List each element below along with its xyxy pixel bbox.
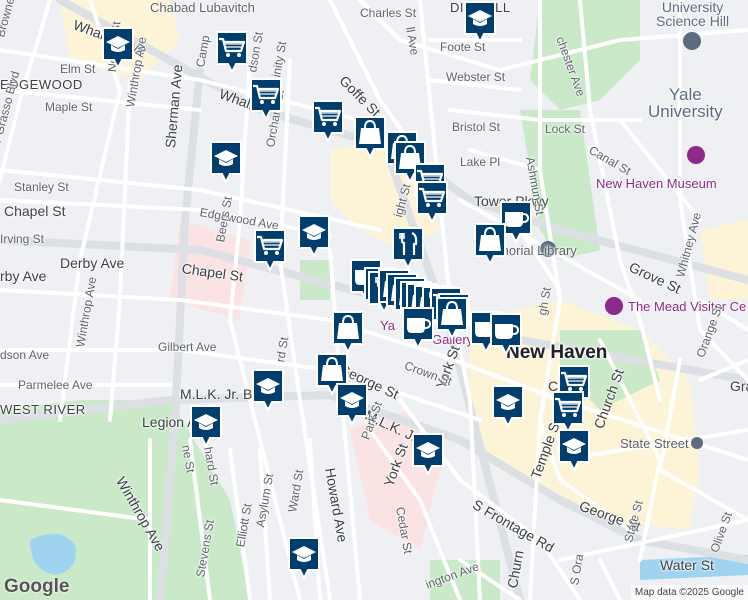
street-label: Maple St [45,100,93,114]
store-marker[interactable] [434,296,470,340]
school-marker[interactable] [296,214,332,258]
poi-label-science-hill: University Science Hill [656,0,730,29]
street-label: Elm St [60,62,96,76]
store-marker[interactable] [352,115,388,159]
school-marker[interactable] [410,432,446,476]
grocery-marker[interactable] [414,180,450,224]
cafe-marker[interactable] [488,312,524,356]
poi-label-yale-gallery: Ya [380,318,395,333]
street-label: Lake Pl [460,155,501,169]
street-label: M.L.K. Jr. B [180,386,253,402]
street-label: Lock St [545,122,586,136]
school-marker[interactable] [250,368,286,412]
grocery-marker[interactable] [252,228,288,272]
store-marker[interactable] [472,222,508,266]
grocery-marker[interactable] [310,99,346,143]
cafe-marker[interactable] [400,306,436,350]
street-label: rby Ave [0,268,47,284]
poi-label-chabad: Chabad Lubavitch [150,0,255,15]
poi-label-new-haven-museum: New Haven Museum [596,176,717,191]
street-label: Webster St [446,70,506,84]
street-label: Chapel St [4,203,66,219]
area-label-west-river: WEST RIVER [0,402,86,417]
school-marker[interactable] [100,26,136,70]
poi-label-yale-university: Yale University [648,85,723,121]
street-label: Irving St [0,232,45,246]
school-marker[interactable] [286,536,322,580]
store-marker[interactable] [330,310,366,354]
grocery-marker[interactable] [214,30,250,74]
street-label: Charles St [360,6,417,20]
street-label: Water St [660,557,714,573]
grocery-marker[interactable] [248,77,284,121]
street-label: Bristol St [452,120,501,134]
school-marker[interactable] [334,382,370,426]
street-label: Parmelee Ave [18,378,93,392]
map-canvas[interactable]: EDGEWOOD WEST RIVER DIXWELL New Haven Ya… [0,0,748,600]
map-attribution[interactable]: Map data ©2025 Google [630,585,748,600]
school-marker[interactable] [188,404,224,448]
school-marker[interactable] [556,428,592,472]
street-label: Gilbert Ave [158,340,217,354]
google-logo[interactable]: Google [4,576,69,598]
restaurant-marker[interactable] [390,226,426,270]
poi-label-state-street: State Street [620,436,689,451]
street-label: Derby Ave [60,255,125,271]
school-marker[interactable] [490,384,526,428]
street-label: Stanley St [14,180,69,194]
school-marker[interactable] [462,0,498,44]
poi-label-mead-visitor: The Mead Visitor Ce [628,299,747,314]
street-label: Gra [730,378,748,394]
school-marker[interactable] [208,140,244,184]
street-label: dson Ave [0,348,50,362]
